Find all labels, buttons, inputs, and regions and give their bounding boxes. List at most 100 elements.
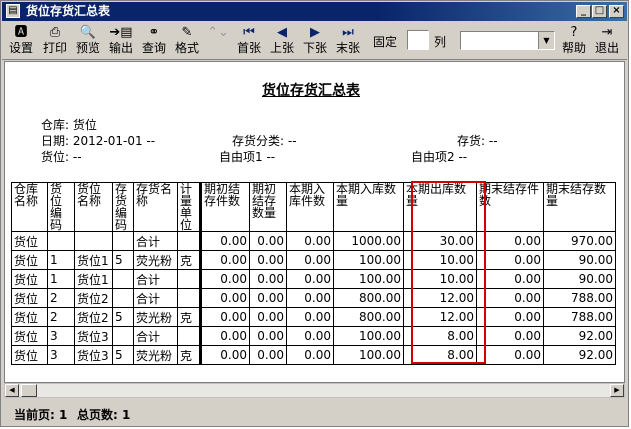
table-cell[interactable]: 100.00 xyxy=(333,269,404,289)
table-cell[interactable]: 0.00 xyxy=(286,345,334,365)
table-cell[interactable]: 荧光粉 xyxy=(133,250,178,270)
table-cell[interactable]: 800.00 xyxy=(333,288,404,308)
table-cell[interactable]: 1 xyxy=(47,250,75,270)
table-row[interactable]: 货位 1 货位1 合计 0.00 0.00 0.00 100.00 10.00 0.00 90.00 xyxy=(11,269,616,289)
format-button[interactable]: ✎ 格式 xyxy=(172,24,202,57)
table-row[interactable]: 货位 合计 0.00 0.00 0.00 1000.00 30.00 0.00 970.00 xyxy=(11,231,616,251)
table-cell[interactable]: 2 xyxy=(47,288,75,308)
table-cell[interactable]: 货位 xyxy=(11,269,48,289)
export-button[interactable]: ➔▤ 输出 xyxy=(106,24,136,57)
exit-button[interactable]: ⇥ 退出 xyxy=(592,24,622,57)
table-cell[interactable] xyxy=(112,231,134,251)
table-cell[interactable]: 0.00 xyxy=(286,231,334,251)
table-cell[interactable]: 合计 xyxy=(133,326,178,346)
close-button[interactable]: × xyxy=(609,5,624,18)
horizontal-scrollbar[interactable]: ◀ ▶ xyxy=(4,383,625,398)
prev-page-button[interactable]: ◀ 上张 xyxy=(267,24,297,57)
table-cell[interactable]: 货位 xyxy=(11,250,48,270)
table-cell[interactable]: 970.00 xyxy=(543,231,616,251)
table-cell[interactable]: 货位 xyxy=(11,345,48,365)
table-cell[interactable]: 0.00 xyxy=(200,345,250,365)
settings-button[interactable]: 🅰 设置 xyxy=(7,24,35,57)
table-row[interactable]: 货位 2 货位2 5 荧光粉克 0.00 0.00 0.00 800.00 12.00 0.00 78… xyxy=(11,307,616,327)
table-cell[interactable]: 货位2 xyxy=(74,288,113,308)
move-updown-button[interactable]: ⌃⌄ xyxy=(206,24,230,57)
maximize-button[interactable]: □ xyxy=(592,5,607,18)
table-cell[interactable]: 0.00 xyxy=(249,326,287,346)
table-cell[interactable]: 克 xyxy=(177,307,202,327)
table-cell[interactable]: 788.00 xyxy=(543,307,616,327)
table-cell[interactable]: 3 xyxy=(47,326,75,346)
table-cell[interactable]: 2 xyxy=(47,307,75,327)
table-cell[interactable]: 12.00 xyxy=(403,288,477,308)
table-cell[interactable]: 92.00 xyxy=(543,345,616,365)
table-cell[interactable]: 克 xyxy=(177,345,202,365)
table-cell[interactable]: 90.00 xyxy=(543,269,616,289)
next-page-button[interactable]: ▶ 下张 xyxy=(300,24,330,57)
first-page-button[interactable]: ⏮ 首张 xyxy=(234,24,264,57)
print-button[interactable]: ⎙ 打印 xyxy=(40,24,70,57)
table-cell[interactable]: 5 xyxy=(112,250,134,270)
table-cell[interactable]: 0.00 xyxy=(249,269,287,289)
table-cell[interactable] xyxy=(177,326,202,346)
table-cell[interactable]: 0.00 xyxy=(249,288,287,308)
table-row[interactable]: 货位 1 货位1 5 荧光粉克 0.00 0.00 0.00 100.00 10.00 0.00 90… xyxy=(11,250,616,270)
table-cell[interactable]: 货位 xyxy=(11,288,48,308)
table-cell[interactable]: 0.00 xyxy=(200,288,250,308)
table-cell[interactable]: 0.00 xyxy=(249,345,287,365)
scroll-left-icon[interactable]: ◀ xyxy=(5,384,19,397)
chevron-down-icon[interactable]: ▼ xyxy=(538,32,554,49)
table-cell[interactable]: 1000.00 xyxy=(333,231,404,251)
table-cell[interactable]: 货位3 xyxy=(74,345,113,365)
table-cell[interactable]: 0.00 xyxy=(286,250,334,270)
scroll-thumb[interactable] xyxy=(21,384,37,397)
table-cell[interactable]: 12.00 xyxy=(403,307,477,327)
table-cell[interactable]: 0.00 xyxy=(286,307,334,327)
last-page-button[interactable]: ⏭ 末张 xyxy=(333,24,363,57)
minimize-button[interactable]: _ xyxy=(576,5,591,18)
view-select[interactable]: ▼ xyxy=(460,31,555,50)
table-cell[interactable]: 货位1 xyxy=(74,250,113,270)
table-cell[interactable]: 5 xyxy=(112,345,134,365)
table-cell[interactable]: 克 xyxy=(177,250,202,270)
table-cell[interactable]: 8.00 xyxy=(403,345,477,365)
table-cell[interactable]: 788.00 xyxy=(543,288,616,308)
table-cell[interactable]: 90.00 xyxy=(543,250,616,270)
scroll-right-icon[interactable]: ▶ xyxy=(610,384,624,397)
table-cell[interactable]: 100.00 xyxy=(333,345,404,365)
table-cell[interactable]: 荧光粉 xyxy=(133,307,178,327)
table-cell[interactable]: 8.00 xyxy=(403,326,477,346)
table-cell[interactable]: 3 xyxy=(47,345,75,365)
table-cell[interactable]: 合计 xyxy=(133,288,178,308)
table-cell[interactable]: 0.00 xyxy=(476,288,544,308)
table-cell[interactable]: 0.00 xyxy=(286,269,334,289)
table-cell[interactable]: 0.00 xyxy=(476,231,544,251)
table-cell[interactable]: 1 xyxy=(47,269,75,289)
table-cell[interactable]: 5 xyxy=(112,307,134,327)
table-cell[interactable]: 0.00 xyxy=(200,326,250,346)
table-cell[interactable]: 0.00 xyxy=(249,231,287,251)
table-cell[interactable]: 0.00 xyxy=(249,307,287,327)
table-cell[interactable]: 100.00 xyxy=(333,326,404,346)
table-cell[interactable] xyxy=(177,231,202,251)
table-cell[interactable]: 货位 xyxy=(11,231,48,251)
fixed-columns-input[interactable] xyxy=(407,30,429,50)
table-cell[interactable]: 30.00 xyxy=(403,231,477,251)
table-cell[interactable]: 货位 xyxy=(11,326,48,346)
table-cell[interactable]: 0.00 xyxy=(476,307,544,327)
help-button[interactable]: ? 帮助 xyxy=(559,24,589,57)
table-cell[interactable] xyxy=(177,269,202,289)
table-cell[interactable] xyxy=(112,288,134,308)
table-cell[interactable]: 0.00 xyxy=(200,250,250,270)
table-cell[interactable] xyxy=(112,326,134,346)
table-cell[interactable]: 10.00 xyxy=(403,250,477,270)
table-row[interactable]: 货位 2 货位2 合计 0.00 0.00 0.00 800.00 12.00 0.00 788.0… xyxy=(11,288,616,308)
table-cell[interactable]: 合计 xyxy=(133,231,178,251)
table-cell[interactable] xyxy=(47,231,75,251)
table-cell[interactable]: 92.00 xyxy=(543,326,616,346)
table-cell[interactable]: 合计 xyxy=(133,269,178,289)
table-cell[interactable]: 0.00 xyxy=(200,307,250,327)
table-cell[interactable]: 货位3 xyxy=(74,326,113,346)
table-cell[interactable]: 荧光粉 xyxy=(133,345,178,365)
query-button[interactable]: ⚭ 查询 xyxy=(139,24,169,57)
